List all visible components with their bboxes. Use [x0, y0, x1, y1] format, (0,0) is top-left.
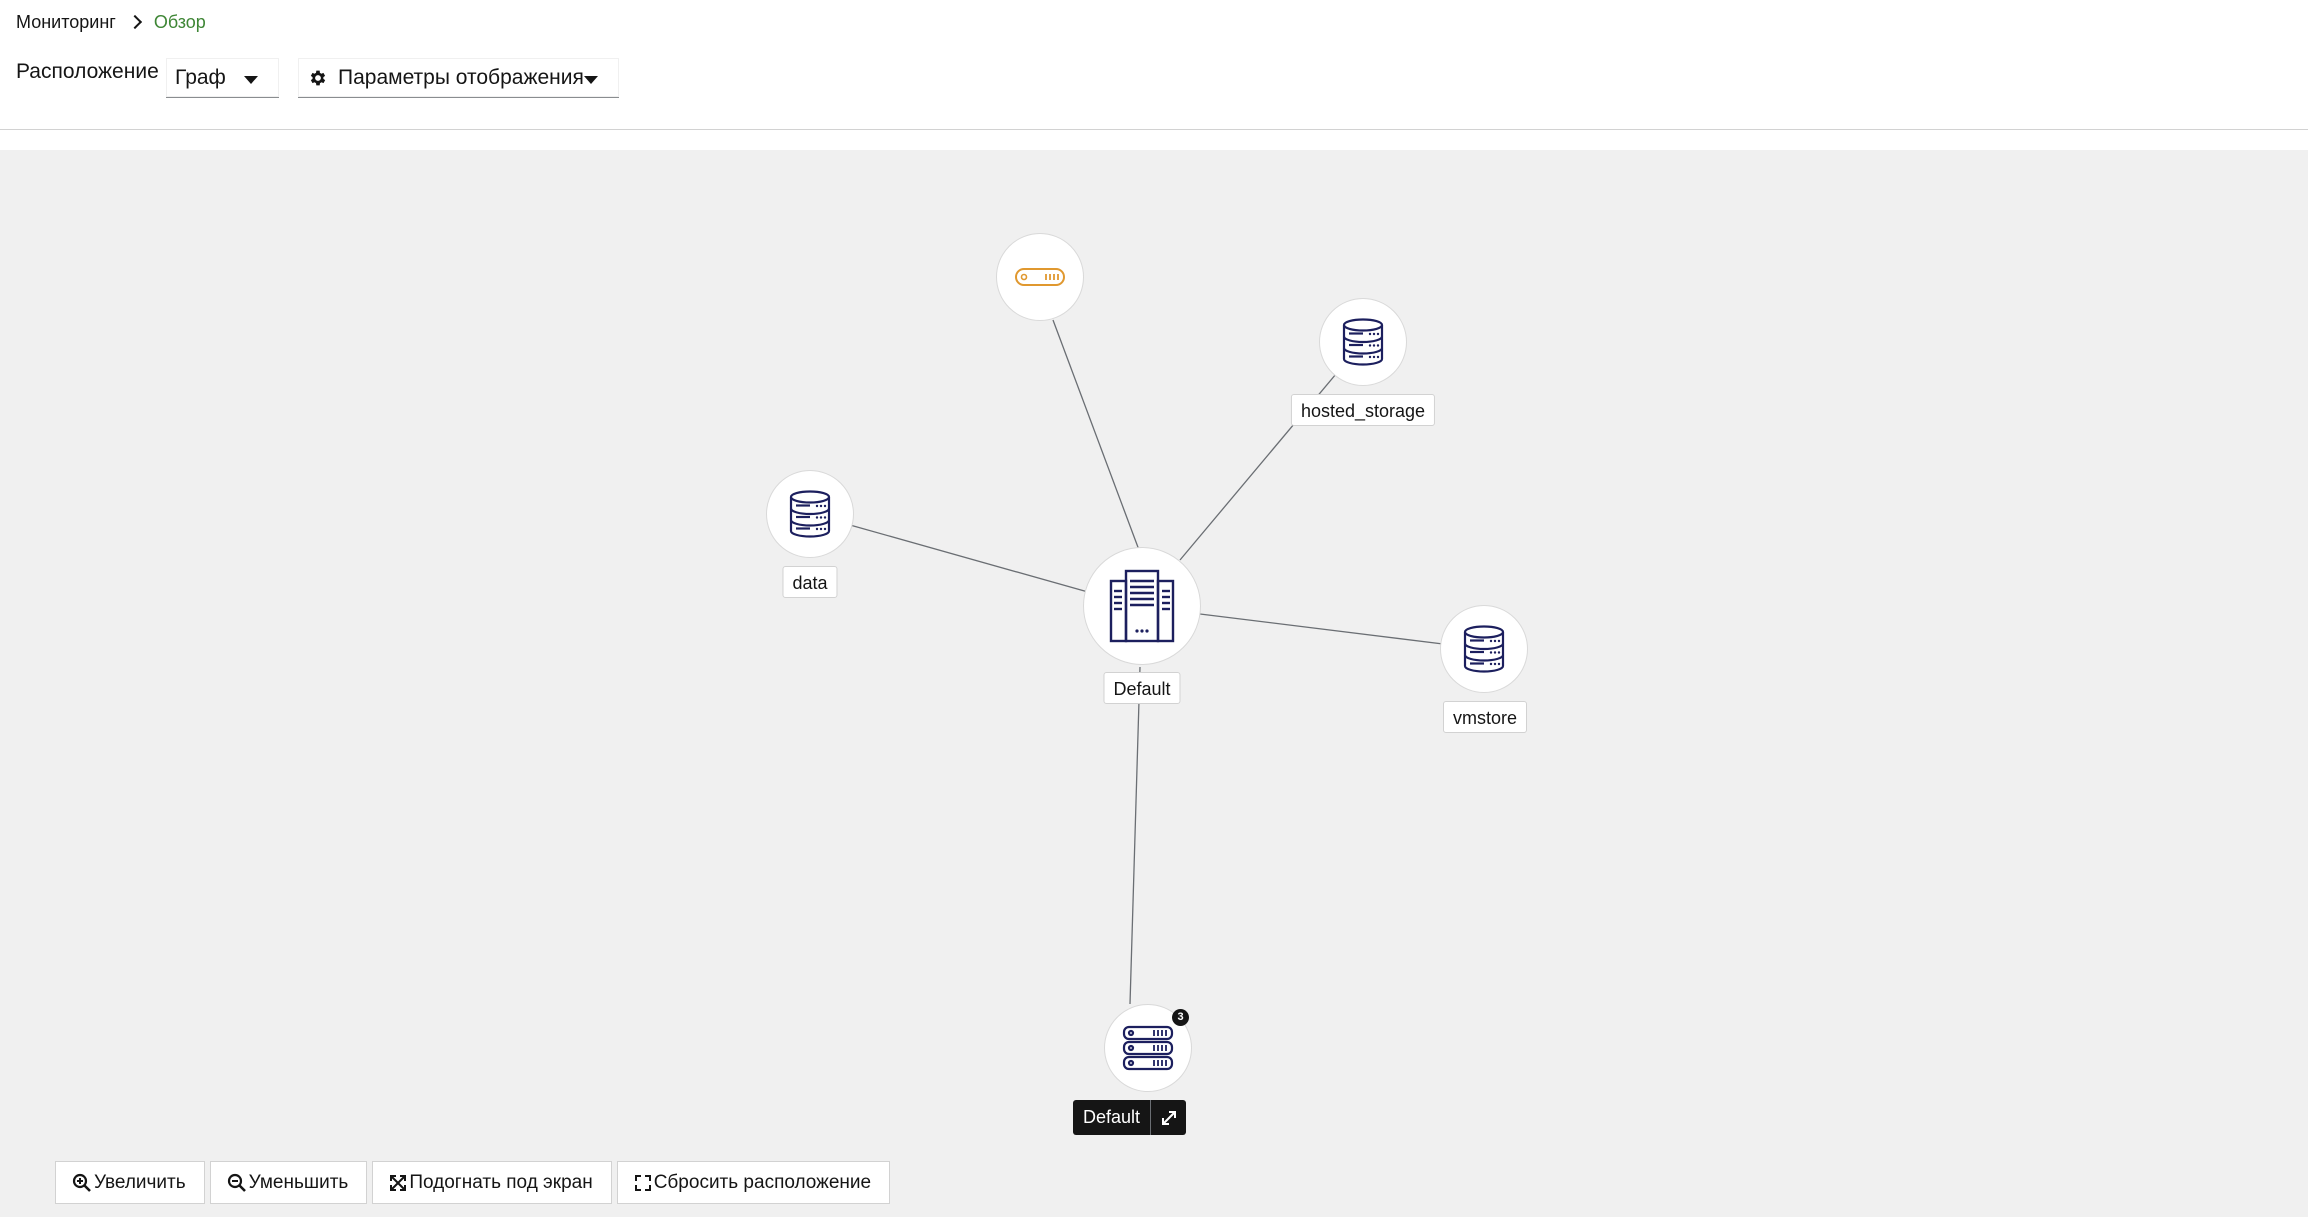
storage-node-data[interactable]: [766, 470, 854, 558]
cluster-group-label: Default: [1073, 1100, 1187, 1135]
zoom-in-label: Увеличить: [94, 1171, 186, 1193]
node-label-hosted-storage: hosted_storage: [1290, 394, 1436, 426]
reset-layout-label: Сбросить расположение: [653, 1171, 872, 1193]
zoom-out-button[interactable]: Уменьшить: [209, 1161, 368, 1204]
toolbar: Расположение Граф Параметры отображения: [0, 56, 2308, 102]
caret-down-icon: [244, 76, 258, 84]
display-params-select[interactable]: Параметры отображения: [298, 58, 619, 98]
edge-cluster: [1129, 666, 1141, 1005]
zoom-in-button[interactable]: Увеличить: [55, 1161, 205, 1204]
network-node[interactable]: [996, 233, 1084, 321]
server-stack-icon: [1122, 1025, 1174, 1071]
zoom-controls: Увеличить Уменьшить Подогнать под экран …: [55, 1161, 891, 1204]
reset-layout-button[interactable]: Сбросить расположение: [616, 1161, 891, 1204]
storage-domain-icon: [1463, 625, 1505, 673]
fit-to-screen-icon: [390, 1174, 407, 1191]
layout-select[interactable]: Граф: [166, 58, 279, 98]
node-label-data: data: [782, 566, 838, 598]
node-label-datacenter: Default: [1103, 672, 1181, 704]
node-label-vmstore: vmstore: [1442, 701, 1528, 733]
divider: [0, 129, 2308, 130]
zoom-in-icon: [72, 1173, 91, 1192]
datacenter-icon: [1109, 569, 1175, 643]
gear-icon: [310, 70, 326, 85]
cluster-count-badge: 3: [1172, 1009, 1189, 1026]
storage-node-hosted-storage[interactable]: [1319, 298, 1407, 386]
edge-vmstore: [1199, 613, 1444, 645]
storage-domain-icon: [789, 490, 831, 538]
storage-node-vmstore[interactable]: [1440, 605, 1528, 693]
datacenter-node[interactable]: [1083, 547, 1201, 665]
edge-network: [1052, 319, 1143, 559]
chevron-right-icon: [127, 14, 142, 29]
caret-down-icon: [584, 76, 598, 84]
reset-layout-icon: [634, 1174, 651, 1191]
edge-data: [849, 524, 1089, 593]
display-params-label: Параметры отображения: [338, 65, 584, 89]
fit-to-screen-label: Подогнать под экран: [409, 1171, 593, 1193]
layout-select-value: Граф: [175, 65, 226, 89]
cluster-label: Default: [1083, 1107, 1141, 1127]
fit-to-screen-button[interactable]: Подогнать под экран: [372, 1161, 612, 1204]
storage-domain-icon: [1342, 318, 1384, 366]
network-device-icon: [1015, 268, 1065, 286]
zoom-out-icon: [227, 1173, 246, 1192]
breadcrumb: Мониторинг Обзор: [16, 12, 206, 33]
expand-icon[interactable]: [1150, 1100, 1186, 1135]
breadcrumb-monitoring[interactable]: Мониторинг: [16, 12, 116, 33]
zoom-out-label: Уменьшить: [248, 1171, 349, 1193]
breadcrumb-overview: Обзор: [153, 12, 206, 32]
topology-canvas[interactable]: hosted_storage data vmstore Default 3 De…: [0, 150, 2308, 1217]
layout-label: Расположение: [16, 60, 159, 83]
